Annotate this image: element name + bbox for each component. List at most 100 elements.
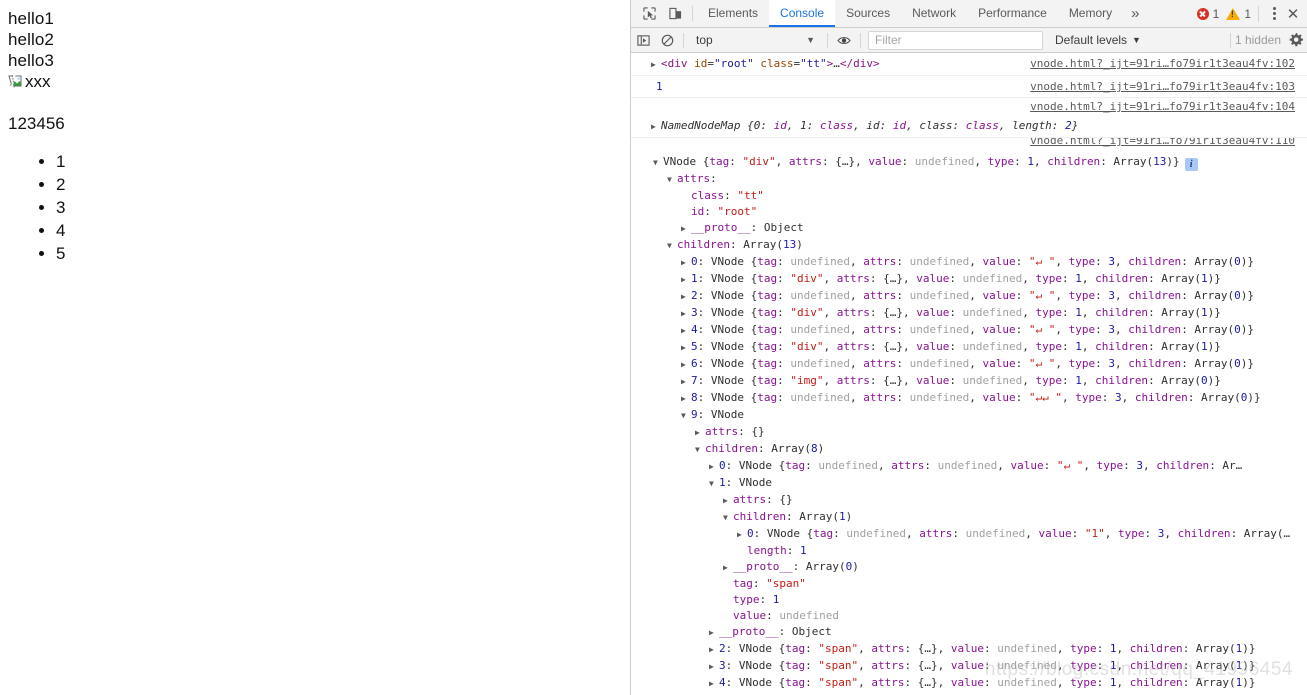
tree-node-label: 0: VNode {tag: undefined, attrs: undefin… [691, 255, 1255, 268]
expand-arrow-icon[interactable] [681, 221, 691, 237]
expand-arrow-icon[interactable] [681, 357, 691, 373]
info-icon[interactable]: i [1184, 158, 1198, 171]
tree-node-child-8[interactable]: 8: VNode {tag: undefined, attrs: undefin… [631, 390, 1307, 407]
expand-arrow-icon[interactable] [681, 323, 691, 339]
tree-node-child-3[interactable]: 3: VNode {tag: "div", attrs: {…}, value:… [631, 305, 1307, 322]
tree-node-child-9-children[interactable]: children: Array(8) [631, 441, 1307, 458]
live-expression-icon[interactable] [832, 34, 856, 47]
close-icon[interactable]: ✕ [1283, 5, 1303, 23]
tree-node-child-0[interactable]: 0: VNode {tag: undefined, attrs: undefin… [631, 254, 1307, 271]
tree-node-child-1[interactable]: 1: VNode {tag: "div", attrs: {…}, value:… [631, 271, 1307, 288]
hidden-messages-label[interactable]: 1 hidden [1235, 33, 1287, 47]
tree-node-child-7[interactable]: 7: VNode {tag: "img", attrs: {…}, value:… [631, 373, 1307, 390]
source-link-2[interactable]: vnode.html?_ijt=91ri…fo79ir1t3eau4fv:103 [1030, 78, 1295, 95]
expand-arrow-icon[interactable] [651, 56, 661, 73]
tree-node-c9-child-0[interactable]: 0: VNode {tag: undefined, attrs: undefin… [631, 458, 1307, 475]
gear-icon[interactable] [1287, 33, 1305, 47]
console-row-number[interactable]: 1 vnode.html?_ijt=91ri…fo79ir1t3eau4fv:1… [631, 76, 1307, 98]
expand-arrow-icon[interactable] [709, 476, 719, 492]
expand-arrow-icon[interactable] [681, 374, 691, 390]
filterbar-right-group: 1 hidden [1226, 32, 1307, 48]
tab-sources[interactable]: Sources [835, 0, 901, 27]
error-count-badge[interactable]: 1 [1196, 7, 1219, 21]
property-key: tag [709, 155, 730, 168]
inspect-element-icon[interactable] [636, 0, 662, 27]
device-toolbar-icon[interactable] [662, 0, 688, 27]
expand-arrow-icon[interactable] [695, 442, 705, 458]
filter-input[interactable] [868, 30, 1043, 50]
expand-arrow-icon[interactable] [723, 493, 733, 509]
log-levels-select[interactable]: Default levels ▼ [1055, 33, 1141, 47]
expand-arrow-icon[interactable] [681, 289, 691, 305]
source-link-3[interactable]: vnode.html?_ijt=91ri…fo79ir1t3eau4fv:104 [1030, 98, 1295, 115]
tree-node-c9c1-proto-arr[interactable]: __proto__: Array(0) [631, 559, 1307, 576]
tab-performance[interactable]: Performance [967, 0, 1058, 27]
expand-arrow-icon[interactable] [681, 408, 691, 424]
undefined-value: undefined [997, 676, 1057, 689]
expand-arrow-icon[interactable] [709, 459, 719, 475]
tree-node-c9c1-child-0[interactable]: 0: VNode {tag: undefined, attrs: undefin… [631, 526, 1307, 543]
expand-arrow-icon[interactable] [695, 425, 705, 441]
console-row-vnode[interactable]: vnode.html?_ijt=91ri…fo79ir1t3eau4fv:110… [631, 138, 1307, 695]
tree-node-c9c1-children[interactable]: children: Array(1) [631, 509, 1307, 526]
tree-node-child-2[interactable]: 2: VNode {tag: undefined, attrs: undefin… [631, 288, 1307, 305]
warning-count-badge[interactable]: 1 [1226, 7, 1251, 21]
tree-node-c9-child-2[interactable]: 2: VNode {tag: "span", attrs: {…}, value… [631, 641, 1307, 658]
tree-node-child-4[interactable]: 4: VNode {tag: undefined, attrs: undefin… [631, 322, 1307, 339]
expand-arrow-icon[interactable] [709, 642, 719, 658]
execution-context-select[interactable]: top ▼ [688, 33, 823, 47]
tree-node-c9c1-length[interactable]: length: 1 [631, 543, 1307, 559]
tree-node-attrs-id[interactable]: id: "root" [631, 204, 1307, 220]
kebab-menu-icon[interactable] [1265, 7, 1283, 20]
tree-node-child-5[interactable]: 5: VNode {tag: "div", attrs: {…}, value:… [631, 339, 1307, 356]
console-row-element[interactable]: <div id="root" class="tt">…</div> vnode.… [631, 53, 1307, 76]
tree-node-child-6[interactable]: 6: VNode {tag: undefined, attrs: undefin… [631, 356, 1307, 373]
tree-node-c9c1-type[interactable]: type: 1 [631, 592, 1307, 608]
tree-node-c9-child-3[interactable]: 3: VNode {tag: "span", attrs: {…}, value… [631, 658, 1307, 675]
console-output[interactable]: <div id="root" class="tt">…</div> vnode.… [631, 53, 1307, 695]
expand-arrow-icon[interactable] [709, 659, 719, 675]
tree-node-c9c1-proto-obj[interactable]: __proto__: Object [631, 624, 1307, 641]
tree-node-child-9[interactable]: 9: VNode [631, 407, 1307, 424]
tree-node-children-13[interactable]: children: Array(13) [631, 237, 1307, 254]
expand-arrow-icon[interactable] [723, 560, 733, 576]
expand-arrow-icon[interactable] [709, 625, 719, 641]
source-link[interactable]: vnode.html?_ijt=91ri…fo79ir1t3eau4fv:102 [1030, 55, 1295, 72]
clear-console-icon[interactable] [655, 34, 679, 47]
expand-arrow-icon[interactable] [681, 272, 691, 288]
tree-node-attrs[interactable]: attrs: [631, 171, 1307, 188]
tab-network[interactable]: Network [901, 0, 967, 27]
tree-node-attrs-proto[interactable]: __proto__: Object [631, 220, 1307, 237]
tree-node-c9c1-attrs[interactable]: attrs: {} [631, 492, 1307, 509]
more-tabs-icon[interactable]: » [1123, 0, 1147, 27]
expand-arrow-icon[interactable] [667, 238, 677, 254]
tree-node-vnode-root[interactable]: VNode {tag: "div", attrs: {…}, value: un… [631, 154, 1307, 171]
expand-arrow-icon[interactable] [681, 340, 691, 356]
source-link-4[interactable]: vnode.html?_ijt=91ri…fo79ir1t3eau4fv:110 [1030, 138, 1295, 149]
expand-arrow-icon[interactable] [737, 527, 747, 543]
expand-arrow-icon[interactable] [681, 391, 691, 407]
number-value: 0 [1201, 374, 1208, 387]
tree-node-c9c1-value[interactable]: value: undefined [631, 608, 1307, 624]
expand-arrow-icon[interactable] [723, 510, 733, 526]
expand-arrow-icon[interactable] [681, 306, 691, 322]
expand-arrow-icon[interactable] [667, 172, 677, 188]
expand-arrow-icon[interactable] [653, 155, 663, 171]
tree-node-c9c1-tag[interactable]: tag: "span" [631, 576, 1307, 592]
tree-node-c9-child-4[interactable]: 4: VNode {tag: "span", attrs: {…}, value… [631, 675, 1307, 692]
tree-node-attrs-class[interactable]: class: "tt" [631, 188, 1307, 204]
tab-memory[interactable]: Memory [1058, 0, 1123, 27]
number-value: 4 [719, 676, 726, 689]
tree-node-child-9-attrs[interactable]: attrs: {} [631, 424, 1307, 441]
expand-arrow-icon[interactable] [681, 255, 691, 271]
expand-arrow-icon[interactable] [709, 676, 719, 692]
expand-arrow-icon-2[interactable] [651, 118, 661, 135]
console-row-namednodemap[interactable]: vnode.html?_ijt=91ri…fo79ir1t3eau4fv:104… [631, 98, 1307, 138]
tab-console[interactable]: Console [769, 0, 836, 27]
number-value: 8 [810, 442, 818, 455]
tab-elements[interactable]: Elements [697, 0, 769, 27]
number-value: 1 [1109, 642, 1117, 655]
tree-node-c9-child-1[interactable]: 1: VNode [631, 475, 1307, 492]
vnode-object-tree[interactable]: VNode {tag: "div", attrs: {…}, value: un… [631, 154, 1307, 695]
console-sidebar-icon[interactable] [631, 34, 655, 47]
